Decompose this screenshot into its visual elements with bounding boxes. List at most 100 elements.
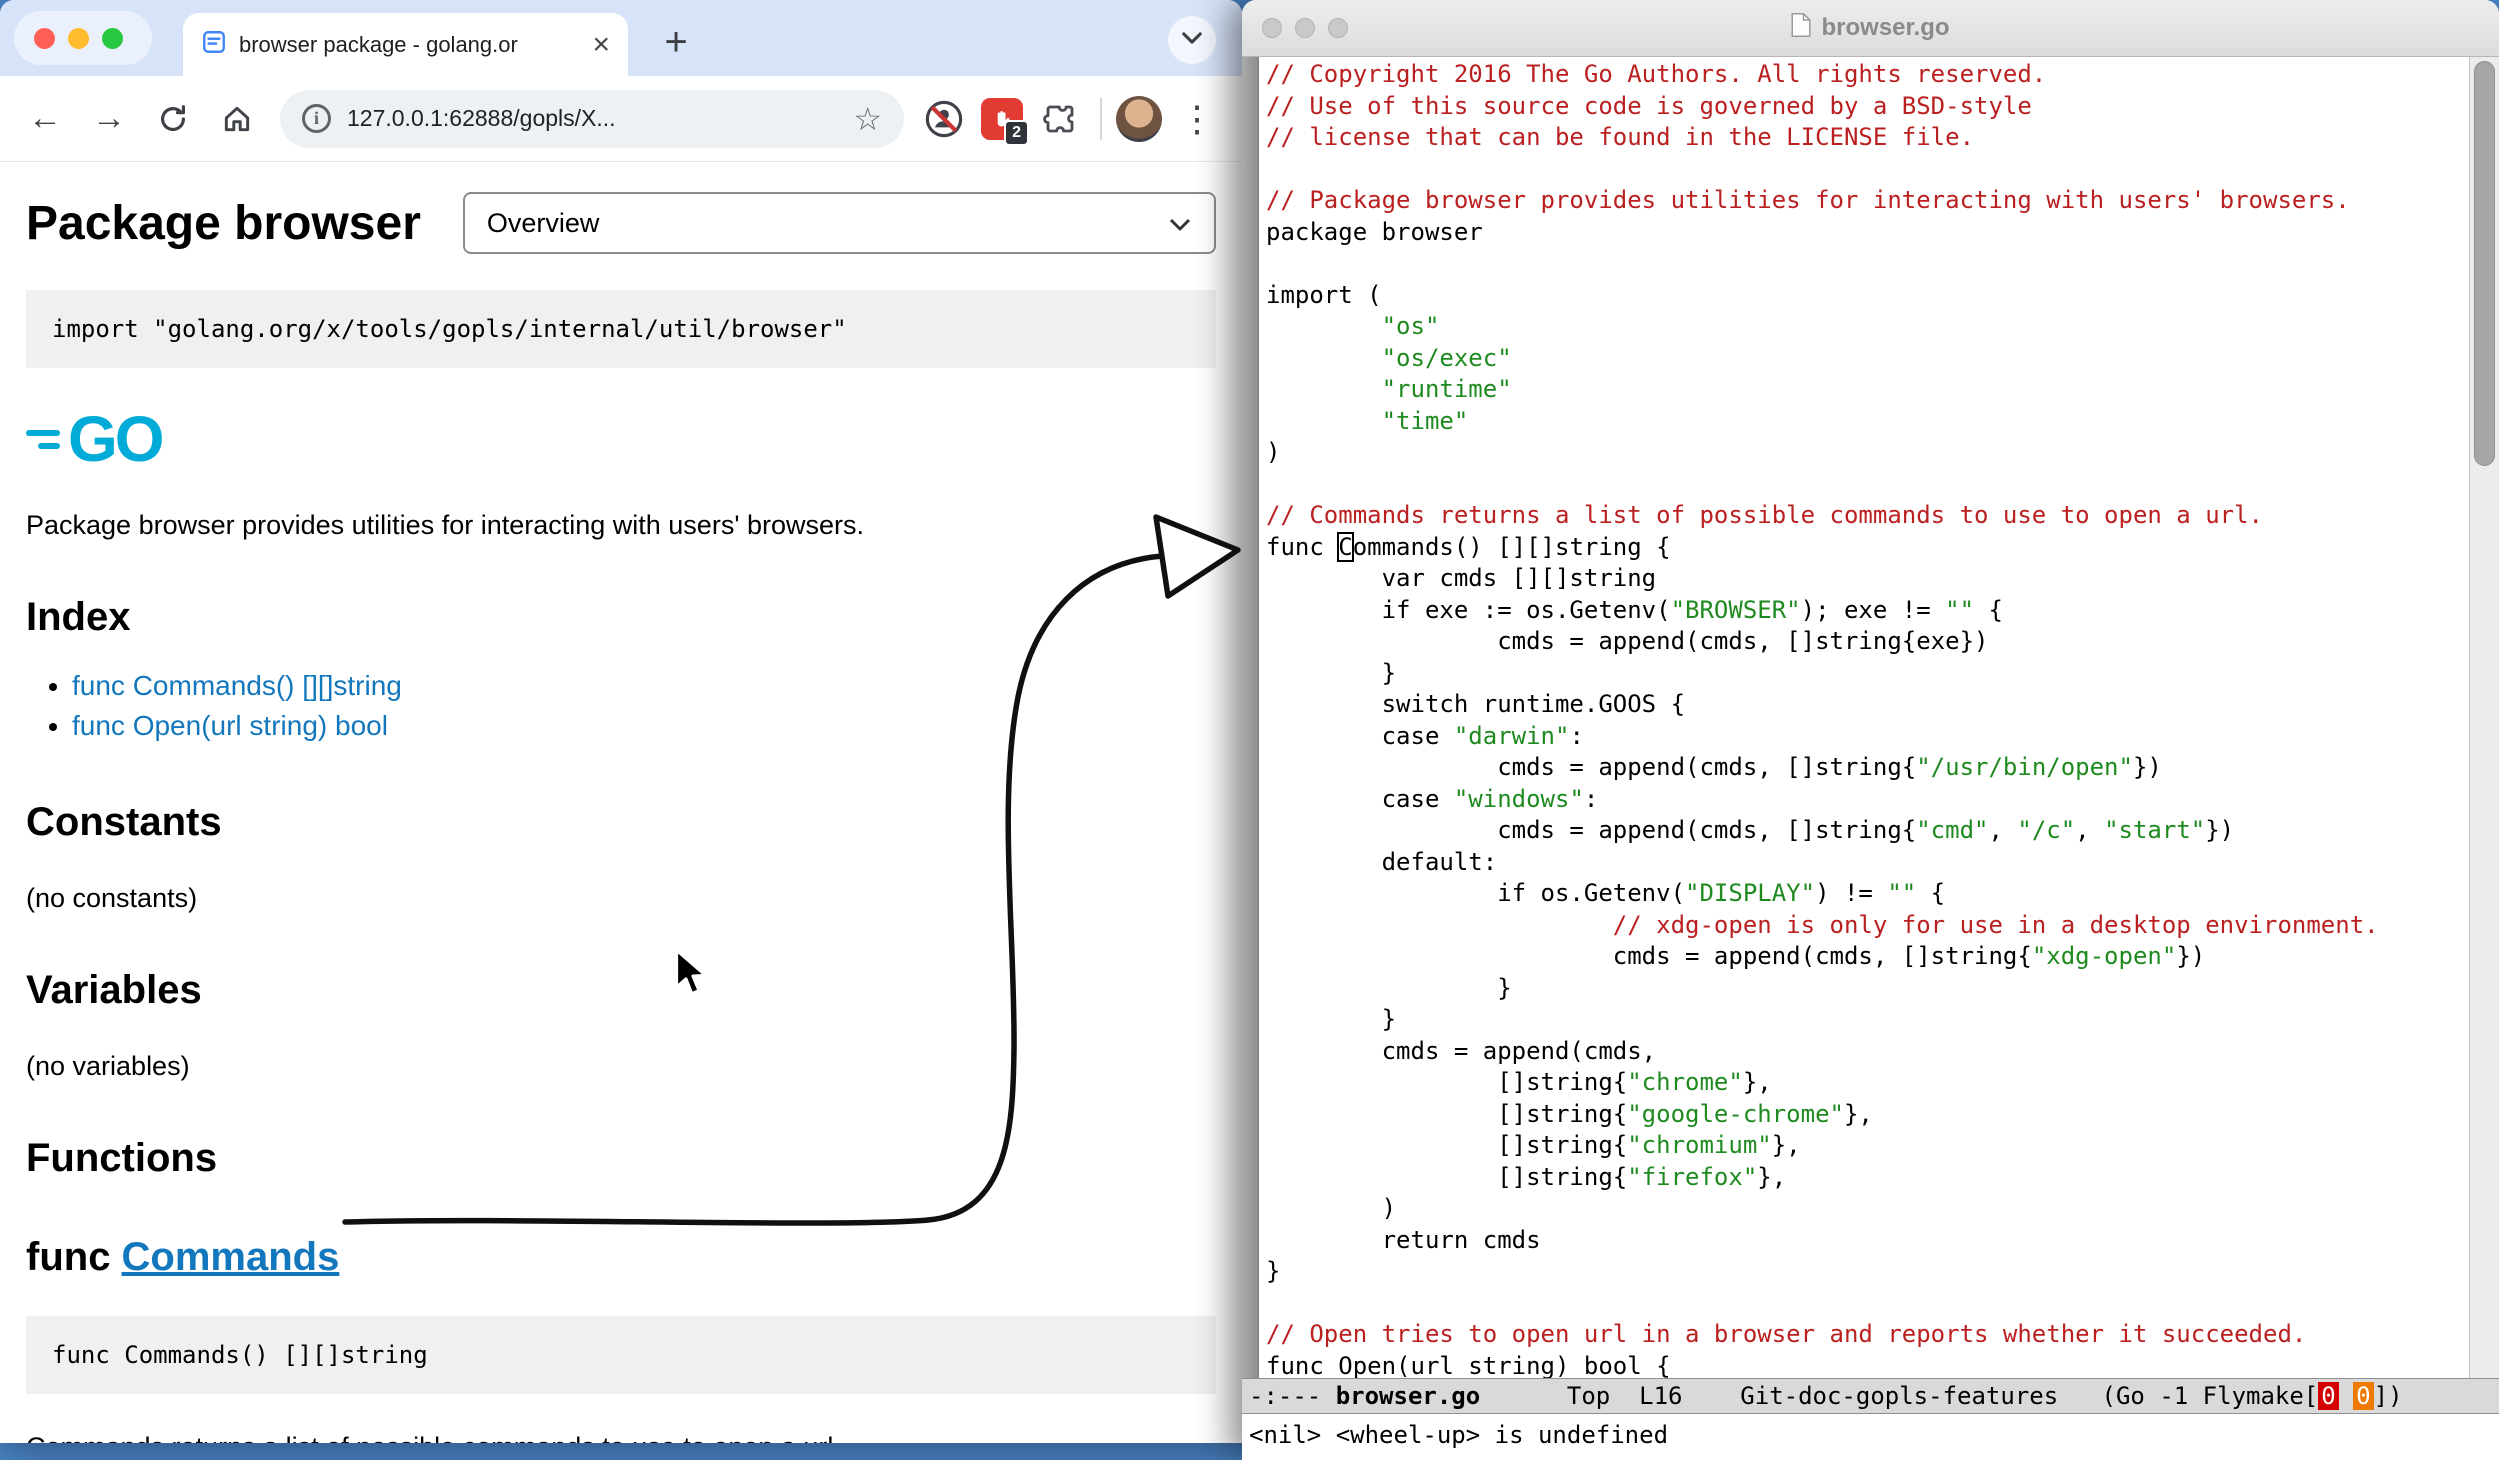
home-button[interactable] (208, 90, 266, 148)
code-line: // Package browser provides utilities fo… (1266, 185, 2469, 217)
modeline-prefix: -:--- (1249, 1382, 1336, 1410)
code-token: cmds = append(cmds, []string{ (1266, 942, 2032, 970)
code-token: cmds = append(cmds, []string{exe}) (1266, 627, 1988, 655)
func-commands-link[interactable]: Commands (122, 1235, 340, 1279)
code-token: ) (1266, 438, 1280, 466)
code-token: var cmds [][]string (1266, 564, 1656, 592)
code-line: case "windows": (1266, 784, 2469, 816)
left-scrollbar[interactable] (1242, 57, 1259, 1378)
code-token: "chrome" (1627, 1068, 1743, 1096)
forward-button[interactable]: → (80, 90, 138, 148)
code-area[interactable]: // Copyright 2016 The Go Authors. All ri… (1259, 57, 2469, 1378)
code-token: // xdg-open is only for use in a desktop… (1613, 911, 2379, 939)
variables-heading: Variables (26, 968, 1216, 1013)
code-token: }, (1844, 1100, 1873, 1128)
scrollbar-thumb[interactable] (2474, 61, 2495, 466)
minimize-window-button[interactable] (68, 28, 89, 49)
func-commands-heading: func Commands (26, 1235, 1216, 1280)
view-dropdown[interactable]: Overview (463, 192, 1216, 254)
close-window-button[interactable] (1262, 18, 1282, 38)
extensions-puzzle-icon[interactable] (1034, 93, 1086, 145)
code-line: if os.Getenv("DISPLAY") != "" { (1266, 878, 2469, 910)
code-token: , (2075, 816, 2104, 844)
code-line: cmds = append(cmds, []string{exe}) (1266, 626, 2469, 658)
code-line: cmds = append(cmds, []string{"xdg-open"}… (1266, 941, 2469, 973)
modeline-buffer-name[interactable]: browser.go (1336, 1382, 1481, 1410)
code-token: return cmds (1266, 1226, 1541, 1254)
profile-avatar[interactable] (1116, 96, 1162, 142)
func-keyword: func (26, 1235, 122, 1279)
browser-menu-icon[interactable]: ⋮ (1168, 90, 1226, 148)
code-token: "start" (2104, 816, 2205, 844)
emacs-echo-area: <nil> <wheel-up> is undefined (1242, 1414, 2499, 1460)
new-tab-button[interactable]: + (652, 18, 700, 66)
code-line: case "darwin": (1266, 721, 2469, 753)
site-info-icon[interactable]: i (302, 104, 331, 133)
back-button[interactable]: ← (16, 90, 74, 148)
emacs-cursor: C (1338, 533, 1352, 561)
zoom-window-button[interactable] (102, 28, 123, 49)
chrome-tab-strip: browser package - golang.or × + (0, 0, 1242, 76)
code-token: } (1266, 659, 1396, 687)
flymake-warning-count[interactable]: 0 (2353, 1382, 2373, 1410)
code-line (1266, 248, 2469, 280)
code-token: switch runtime.GOOS { (1266, 690, 1685, 718)
url-text[interactable]: 127.0.0.1:62888/gopls/X... (347, 105, 837, 132)
constants-heading: Constants (26, 800, 1216, 845)
code-line: "os" (1266, 311, 2469, 343)
emacs-modeline[interactable]: -:--- browser.go Top L16 Git-doc-gopls-f… (1242, 1378, 2499, 1414)
chrome-window: browser package - golang.or × + ← → i 12… (0, 0, 1242, 1443)
blocker-extension-icon[interactable] (918, 93, 970, 145)
code-token: , (1988, 816, 2017, 844)
flymake-error-count[interactable]: 0 (2318, 1382, 2338, 1410)
code-line: default: (1266, 847, 2469, 879)
chevron-down-icon (1181, 31, 1203, 50)
func-description: Commands returns a list of possible comm… (26, 1432, 1216, 1443)
code-line: func Commands() [][]string { (1266, 532, 2469, 564)
browser-tab[interactable]: browser package - golang.or × (183, 13, 628, 76)
close-window-button[interactable] (34, 28, 55, 49)
index-list: func Commands() [][]string func Open(url … (26, 666, 1216, 746)
code-token: ommands() [][]string { (1353, 533, 1671, 561)
code-token: []string{ (1266, 1100, 1627, 1128)
code-line: // xdg-open is only for use in a desktop… (1266, 910, 2469, 942)
modeline-status: Top L16 Git-doc-gopls-features (Go -1 Fl… (1480, 1382, 2318, 1410)
index-link[interactable]: func Commands() [][]string (72, 670, 402, 701)
minimize-window-button[interactable] (1295, 18, 1315, 38)
code-token: default: (1266, 848, 1497, 876)
url-bar[interactable]: i 127.0.0.1:62888/gopls/X... ☆ (280, 90, 904, 148)
import-statement: import "golang.org/x/tools/gopls/interna… (26, 290, 1216, 368)
code-token: // license that can be found in the LICE… (1266, 123, 1974, 151)
index-link[interactable]: func Open(url string) bool (72, 710, 388, 741)
code-line: "runtime" (1266, 374, 2469, 406)
zoom-window-button[interactable] (1328, 18, 1348, 38)
code-token: }) (2176, 942, 2205, 970)
scrollbar-track[interactable] (2469, 57, 2499, 1378)
bookmark-star-icon[interactable]: ☆ (853, 100, 882, 138)
adblock-icon-shape: 2 (981, 98, 1023, 140)
code-token: "os/exec" (1382, 344, 1512, 372)
code-line: ) (1266, 437, 2469, 469)
code-line: cmds = append(cmds, []string{"/usr/bin/o… (1266, 752, 2469, 784)
tab-search-button[interactable] (1168, 16, 1216, 64)
code-token: "windows" (1454, 785, 1584, 813)
code-token: func Open(url string) bool { (1266, 1352, 1671, 1379)
code-line: package browser (1266, 217, 2469, 249)
code-token: "cmd" (1916, 816, 1988, 844)
code-token: "" (1887, 879, 1916, 907)
go-logo-dashes (26, 423, 60, 456)
echo-message: <nil> <wheel-up> is undefined (1249, 1421, 1668, 1449)
code-line: []string{"chrome"}, (1266, 1067, 2469, 1099)
index-heading: Index (26, 595, 1216, 640)
adblock-extension-icon[interactable]: 2 (976, 93, 1028, 145)
code-token: import ( (1266, 281, 1382, 309)
code-token: if exe := os.Getenv( (1266, 596, 1671, 624)
code-line: ) (1266, 1193, 2469, 1225)
code-token: }, (1757, 1163, 1786, 1191)
code-token (1266, 407, 1382, 435)
reload-button[interactable] (144, 90, 202, 148)
code-line: cmds = append(cmds, []string{"cmd", "/c"… (1266, 815, 2469, 847)
tab-close-icon[interactable]: × (592, 30, 610, 60)
code-token: }, (1743, 1068, 1772, 1096)
code-line: // Commands returns a list of possible c… (1266, 500, 2469, 532)
